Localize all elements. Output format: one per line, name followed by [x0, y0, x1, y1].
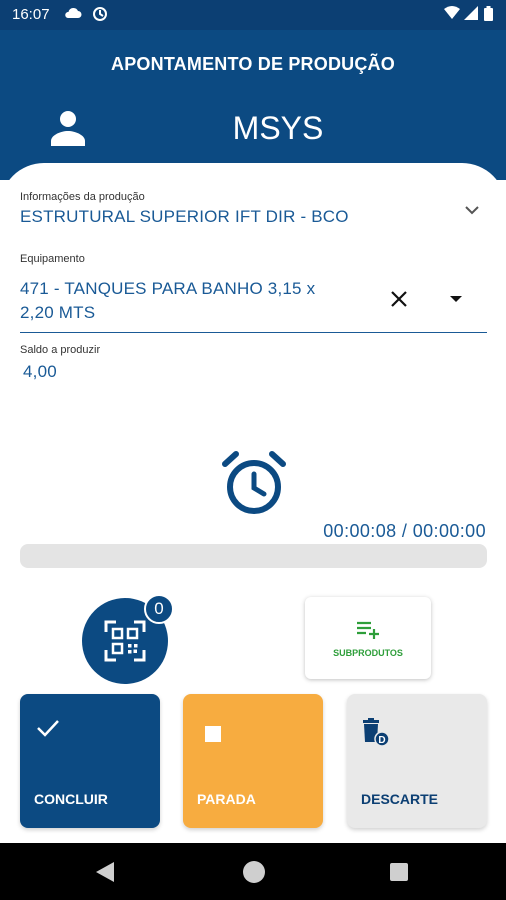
wifi-icon: [444, 6, 460, 23]
playlist-add-icon: [357, 621, 381, 639]
qr-count-badge: 0: [144, 594, 174, 624]
cloud-icon: [64, 6, 82, 23]
page-title: APONTAMENTO DE PRODUÇÃO: [111, 54, 395, 74]
stop-icon: [205, 726, 221, 747]
chevron-down-icon[interactable]: [462, 200, 482, 220]
saldo-value: 4,00: [23, 362, 57, 381]
system-nav-bar: [0, 843, 506, 900]
parada-button[interactable]: PARADA: [183, 694, 323, 828]
trash-icon: D: [363, 718, 391, 753]
brand-name: MSYS: [232, 110, 324, 146]
subprodutos-button[interactable]: SUBPRODUTOS: [305, 597, 431, 679]
producao-label: Informações da produção: [20, 191, 145, 203]
nav-home-icon[interactable]: [243, 861, 265, 883]
timer-readout: 00:00:08 / 00:00:00: [323, 521, 486, 541]
concluir-button[interactable]: CONCLUIR: [20, 694, 160, 828]
svg-text:D: D: [378, 735, 385, 746]
qr-code-icon: [104, 620, 146, 662]
equipamento-value-line2[interactable]: 2,20 MTS: [20, 303, 95, 323]
nav-recent-icon[interactable]: [390, 863, 408, 881]
status-time: 16:07: [12, 6, 50, 23]
signal-icon: [464, 6, 478, 23]
descarte-button[interactable]: D DESCARTE: [347, 694, 487, 828]
timer-progress-bar: [20, 544, 487, 568]
equipamento-underline: [20, 332, 487, 333]
close-icon[interactable]: [388, 288, 410, 310]
dropdown-caret-icon[interactable]: [450, 296, 462, 302]
equipamento-label: Equipamento: [20, 253, 85, 265]
status-bar: 16:07: [0, 0, 506, 30]
equipamento-value-line1[interactable]: 471 - TANQUES PARA BANHO 3,15 x: [20, 279, 315, 299]
check-icon: [36, 718, 60, 743]
alarm-clock-icon: [222, 450, 286, 516]
descarte-label: DESCARTE: [361, 791, 439, 807]
app-header: APONTAMENTO DE PRODUÇÃO MSYS: [0, 30, 506, 180]
subprodutos-label: SUBPRODUTOS: [333, 648, 403, 658]
producao-select[interactable]: ESTRUTURAL SUPERIOR IFT DIR - BCO: [20, 207, 349, 227]
saldo-label: Saldo a produzir: [20, 344, 101, 356]
sync-icon: [92, 6, 108, 25]
concluir-label: CONCLUIR: [34, 791, 108, 807]
nav-back-icon[interactable]: [96, 862, 114, 887]
parada-label: PARADA: [197, 791, 256, 807]
battery-icon: [484, 6, 493, 24]
